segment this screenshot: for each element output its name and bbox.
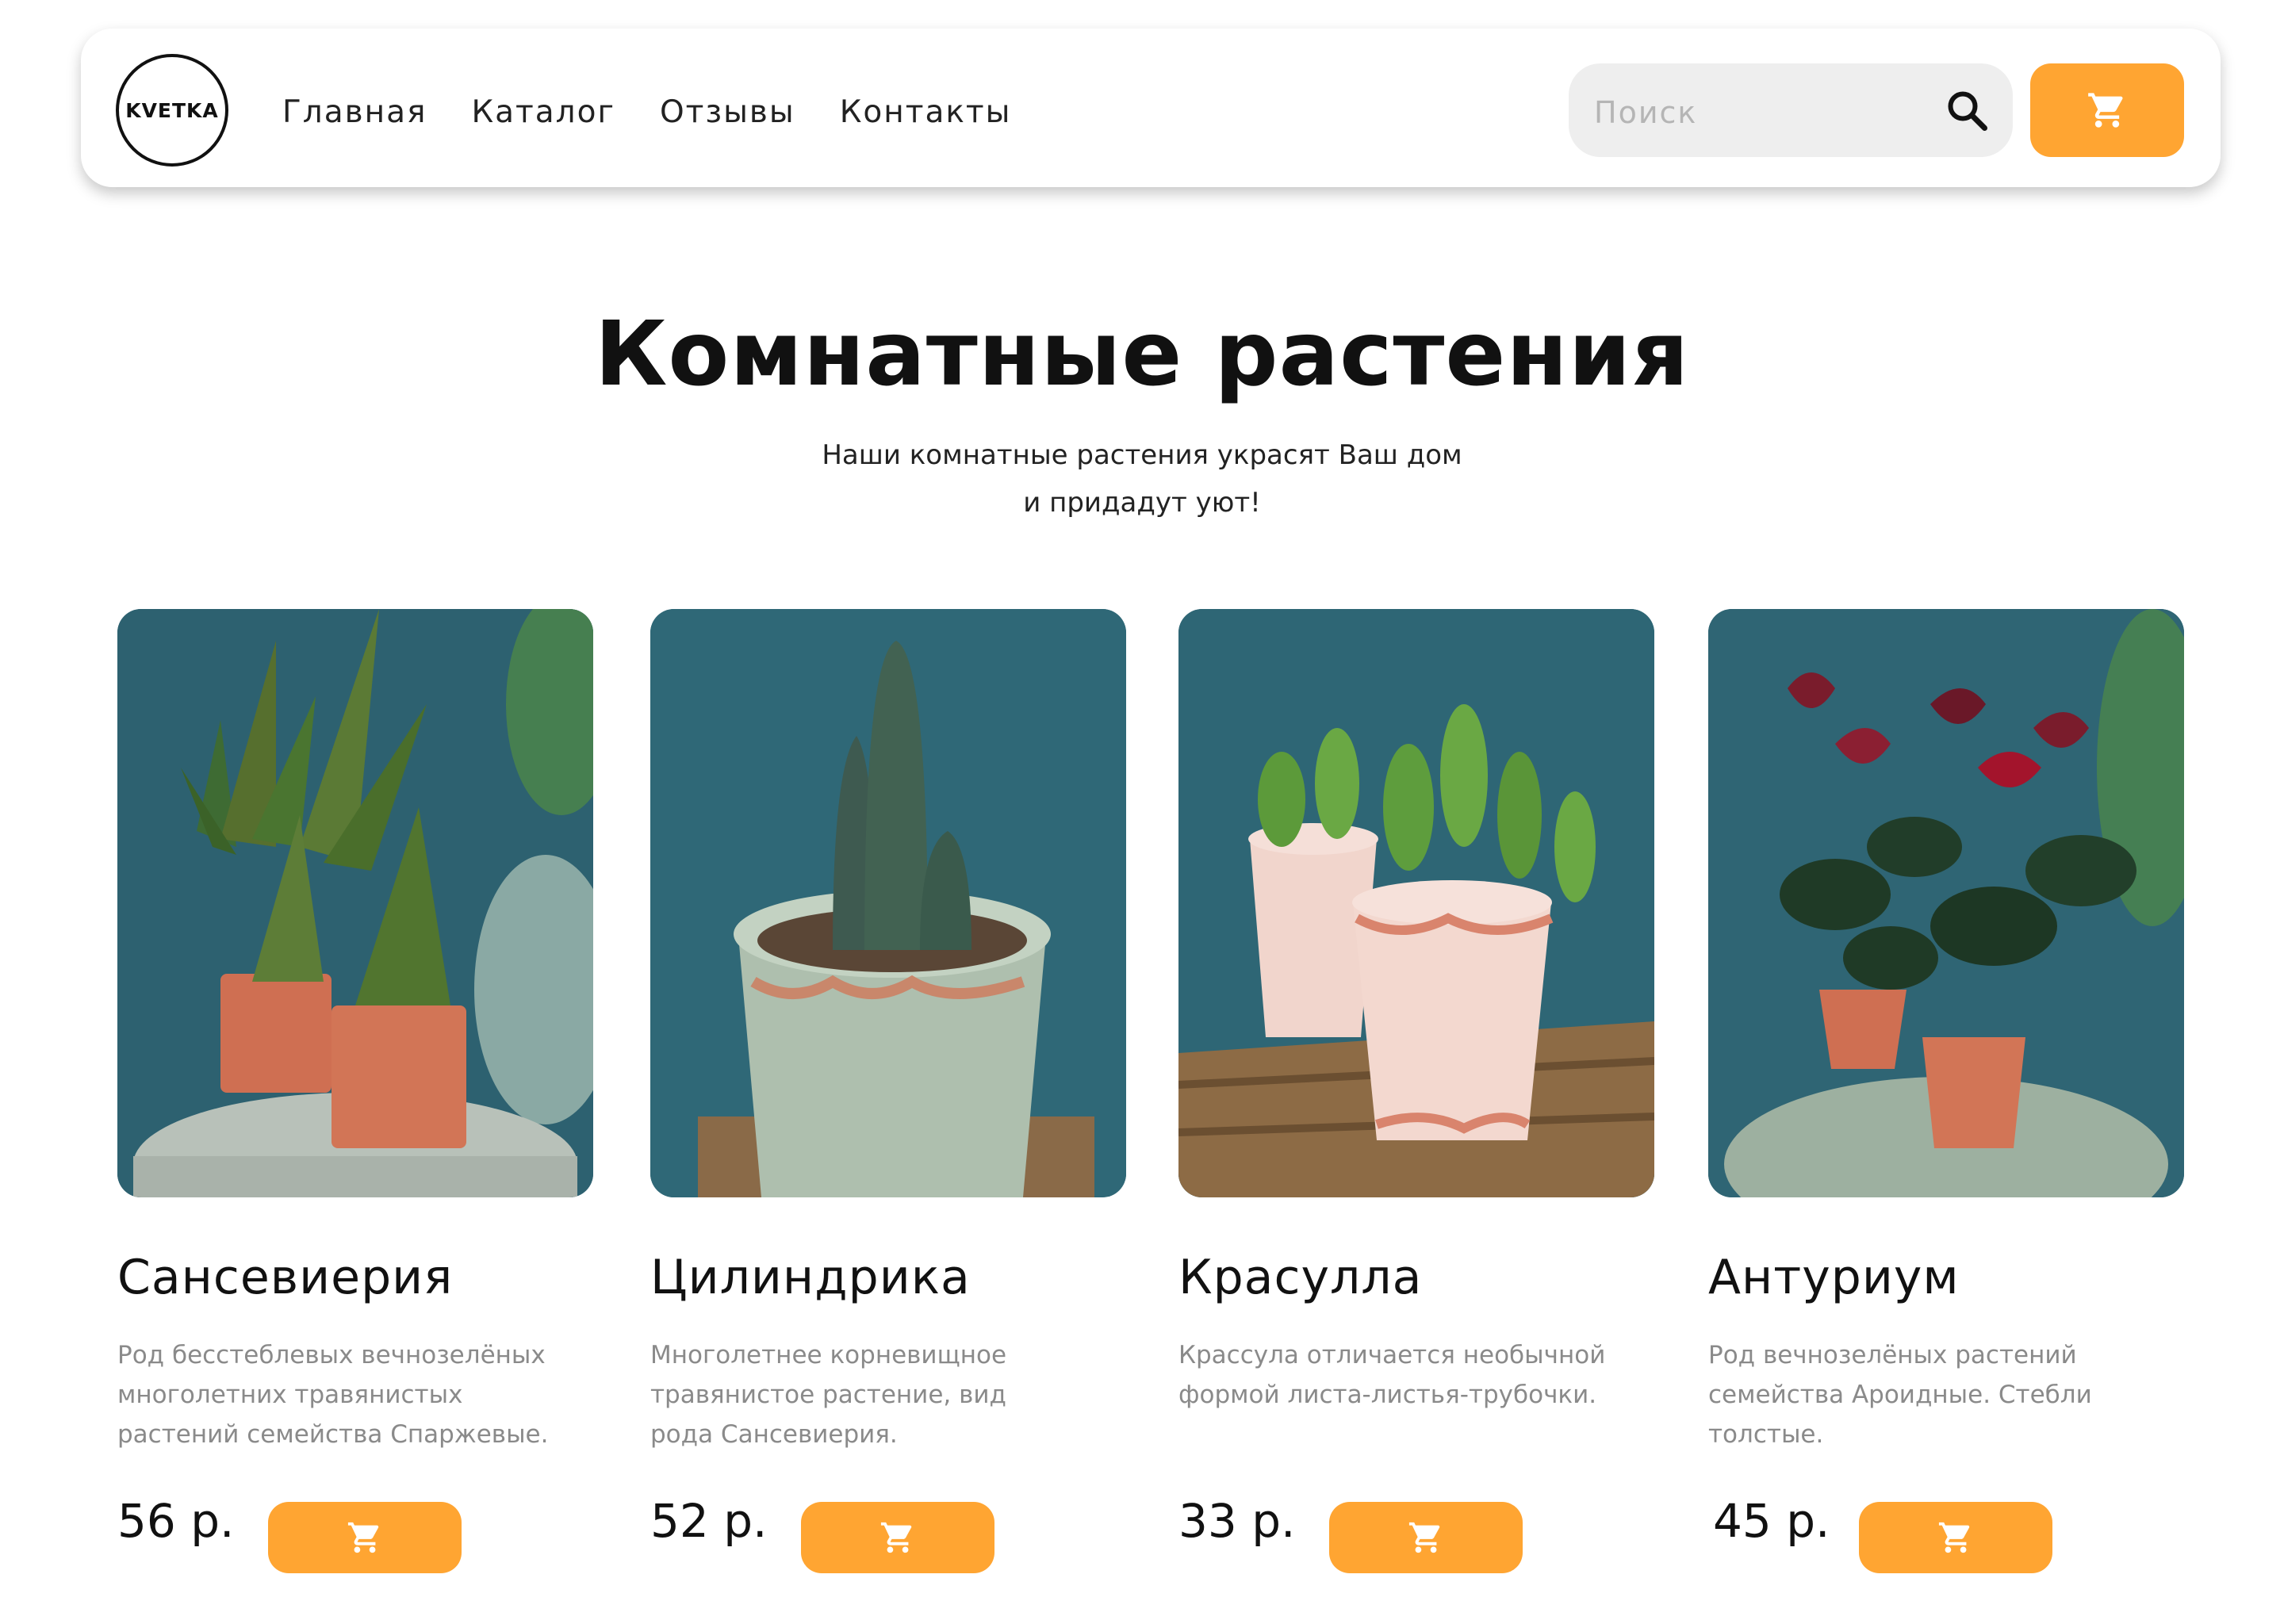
description-line: многолетних травянистых: [117, 1381, 463, 1409]
cart-icon: [1938, 1522, 1970, 1553]
logo[interactable]: KVETKA: [116, 54, 228, 167]
product-price: 56 р.: [117, 1494, 235, 1548]
main-nav: Главная Каталог Отзывы Контакты: [282, 29, 1056, 187]
product-price: 45 р.: [1713, 1494, 1830, 1548]
product-description: Род бесстеблевых вечнозелёных многолетни…: [117, 1335, 609, 1454]
search-button[interactable]: [1943, 86, 1991, 134]
add-to-cart-button[interactable]: [801, 1502, 994, 1573]
product-name: Сансевиерия: [117, 1250, 454, 1305]
cart-icon: [2088, 93, 2123, 128]
product-name: Красулла: [1178, 1250, 1423, 1305]
description-line: Многолетнее корневищное: [650, 1341, 1007, 1369]
add-to-cart-button[interactable]: [1859, 1502, 2052, 1573]
page-subtitle: Наши комнатные растения украсят Ваш дом …: [0, 431, 2284, 527]
product-photo-cylindrica[interactable]: [650, 609, 1126, 1197]
description-line: Род вечнозелёных растений: [1708, 1341, 2077, 1369]
product-description: Многолетнее корневищное травянистое раст…: [650, 1335, 1142, 1454]
product-name: Антуриум: [1708, 1250, 1960, 1305]
product-photo-anthurium[interactable]: [1708, 609, 2184, 1197]
site-header: KVETKA Главная Каталог Отзывы Контакты: [81, 29, 2221, 187]
product-description: Род вечнозелёных растений семейства Арои…: [1708, 1335, 2200, 1454]
description-line: растений семейства Спаржевые.: [117, 1420, 549, 1449]
add-to-cart-button[interactable]: [268, 1502, 462, 1573]
search-input[interactable]: [1592, 63, 1926, 157]
description-line: семейства Ароидные. Стебли: [1708, 1381, 2092, 1409]
subtitle-line: Наши комнатные растения украсят Ваш дом: [822, 439, 1462, 471]
cart-icon: [880, 1522, 912, 1553]
nav-link-reviews[interactable]: Отзывы: [660, 86, 795, 130]
subtitle-line: и придадут уют!: [1023, 487, 1261, 519]
cart-button[interactable]: [2030, 63, 2184, 157]
logo-text: KVETKA: [125, 98, 219, 122]
add-to-cart-button[interactable]: [1329, 1502, 1523, 1573]
description-line: рода Сансевиерия.: [650, 1420, 898, 1449]
description-line: толстые.: [1708, 1420, 1824, 1449]
description-line: Род бесстеблевых вечнозелёных: [117, 1341, 546, 1369]
nav-link-home[interactable]: Главная: [282, 86, 427, 130]
search-icon: [1948, 91, 1987, 131]
search-box: [1569, 63, 2013, 157]
product-photo-sansevieria[interactable]: [117, 609, 593, 1197]
page-title: Комнатные растения: [594, 303, 1690, 406]
description-line: Крассула отличается необычной: [1178, 1341, 1606, 1369]
product-price: 33 р.: [1178, 1494, 1296, 1548]
product-name: Цилиндрика: [650, 1250, 971, 1305]
product-price: 52 р.: [650, 1494, 768, 1548]
product-description: Крассула отличается необычной формой лис…: [1178, 1335, 1670, 1415]
nav-link-contacts[interactable]: Контакты: [840, 86, 1012, 130]
description-line: травянистое растение, вид: [650, 1381, 1006, 1409]
description-line: формой листа-листья-трубочки.: [1178, 1381, 1597, 1409]
cart-icon: [1408, 1522, 1440, 1553]
product-photo-crassula[interactable]: [1178, 609, 1654, 1197]
nav-link-catalog[interactable]: Каталог: [471, 86, 615, 130]
cart-icon: [347, 1522, 379, 1553]
